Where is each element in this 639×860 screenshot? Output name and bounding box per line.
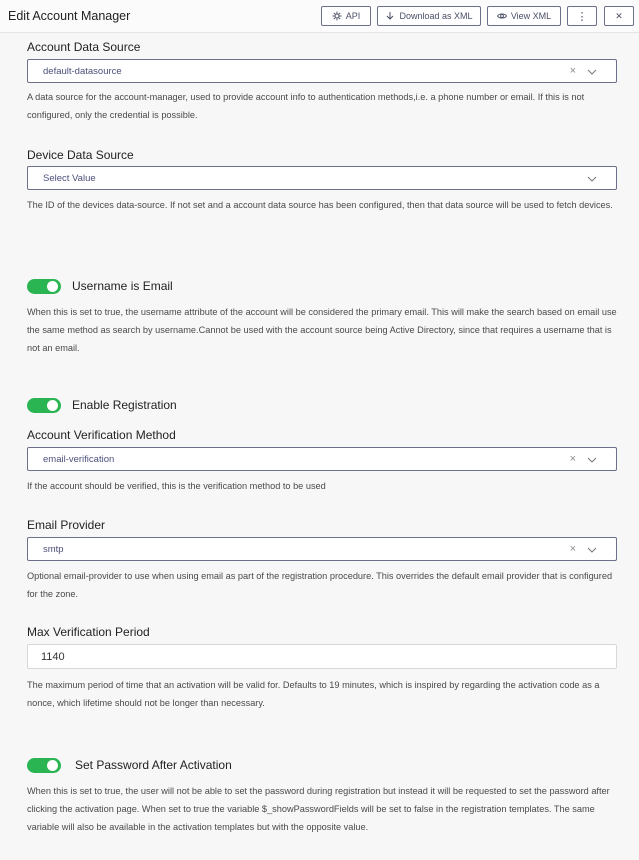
view-xml-button[interactable]: View XML: [487, 6, 561, 26]
email-provider-value: smtp: [43, 544, 64, 555]
account-data-source-select[interactable]: default-datasource ×: [27, 59, 617, 83]
max-verification-period-label: Max Verification Period: [27, 625, 150, 639]
download-xml-button[interactable]: Download as XML: [377, 6, 481, 26]
toggle-knob: [47, 281, 58, 292]
account-data-source-value: default-datasource: [43, 66, 122, 77]
chevron-down-icon[interactable]: [586, 66, 598, 78]
username-is-email-label: Username is Email: [72, 279, 173, 293]
clear-icon[interactable]: ×: [570, 453, 576, 465]
set-password-after-activation-description: When this is set to true, the user will …: [27, 786, 610, 832]
close-button[interactable]: ✕: [604, 6, 634, 26]
device-data-source-description: The ID of the devices data-source. If no…: [27, 200, 613, 210]
max-verification-period-value: 1140: [41, 651, 65, 663]
account-verification-method-description: If the account should be verified, this …: [27, 481, 326, 491]
more-vertical-icon: ⋮: [576, 10, 588, 23]
api-button-label: API: [345, 11, 361, 21]
api-button[interactable]: API: [321, 6, 371, 26]
page-title: Edit Account Manager: [8, 9, 131, 23]
api-icon: [332, 11, 342, 21]
username-is-email-description: When this is set to true, the username a…: [27, 307, 617, 353]
toggle-knob: [47, 400, 58, 411]
account-verification-method-value: email-verification: [43, 454, 115, 465]
view-xml-label: View XML: [510, 11, 552, 21]
email-provider-label: Email Provider: [27, 518, 106, 532]
chevron-down-icon[interactable]: [586, 544, 598, 556]
account-verification-method-label: Account Verification Method: [27, 428, 176, 442]
chevron-down-icon[interactable]: [586, 454, 598, 466]
eye-icon: [496, 13, 507, 19]
max-verification-period-input[interactable]: 1140: [27, 644, 617, 669]
enable-registration-toggle[interactable]: [27, 398, 61, 413]
close-icon: ✕: [615, 10, 623, 21]
download-xml-label: Download as XML: [399, 11, 473, 21]
toggle-knob: [47, 760, 58, 771]
dialog-header: Edit Account Manager API Download as XML…: [0, 0, 639, 33]
enable-registration-label: Enable Registration: [72, 398, 177, 412]
account-verification-method-select[interactable]: email-verification ×: [27, 447, 617, 471]
set-password-after-activation-label: Set Password After Activation: [75, 758, 232, 772]
email-provider-select[interactable]: smtp ×: [27, 537, 617, 561]
account-data-source-label: Account Data Source: [27, 40, 141, 54]
device-data-source-select[interactable]: Select Value: [27, 166, 617, 190]
device-data-source-label: Device Data Source: [27, 148, 134, 162]
device-data-source-placeholder: Select Value: [43, 173, 96, 184]
more-options-button[interactable]: ⋮: [567, 6, 597, 26]
username-is-email-toggle[interactable]: [27, 279, 61, 294]
clear-icon[interactable]: ×: [570, 65, 576, 77]
email-provider-description: Optional email-provider to use when usin…: [27, 571, 613, 599]
download-icon: [387, 12, 394, 20]
account-data-source-description: A data source for the account-manager, u…: [27, 92, 585, 120]
max-verification-period-description: The maximum period of time that an activ…: [27, 680, 600, 708]
clear-icon[interactable]: ×: [570, 543, 576, 555]
chevron-down-icon[interactable]: [586, 173, 598, 185]
set-password-after-activation-toggle[interactable]: [27, 758, 61, 773]
